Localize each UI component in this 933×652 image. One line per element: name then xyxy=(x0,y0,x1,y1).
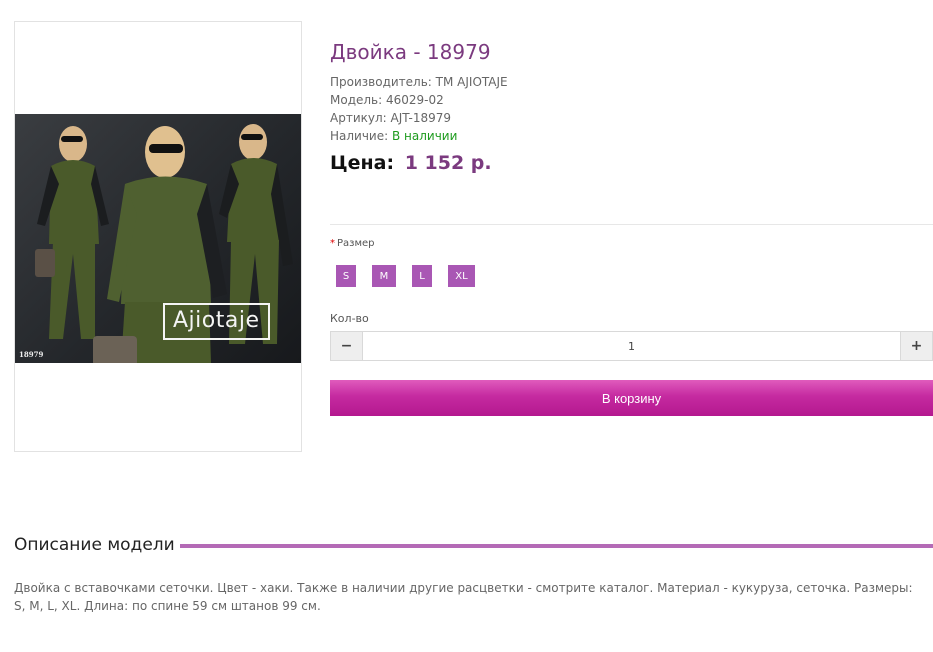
image-code: 18979 xyxy=(19,350,44,359)
add-to-cart-button[interactable]: В корзину xyxy=(330,380,933,416)
sku-label: Артикул: xyxy=(330,111,387,125)
product-info: Производитель: ТМ AJIOTAJE Модель: 46029… xyxy=(330,73,508,145)
product-page: Ajiotaje 18979 Двойка - 18979 Производит… xyxy=(0,0,933,652)
quantity-decrease-button[interactable]: − xyxy=(331,332,363,360)
required-mark: * xyxy=(330,238,335,249)
divider xyxy=(330,224,933,225)
availability-row: Наличие: В наличии xyxy=(330,127,508,145)
brand-logo: Ajiotaje xyxy=(163,303,270,340)
quantity-input[interactable] xyxy=(363,332,900,360)
quantity-increase-button[interactable]: + xyxy=(900,332,932,360)
size-option-m[interactable]: M xyxy=(372,265,396,287)
price-value: 1 152 р. xyxy=(404,152,492,174)
manufacturer-row: Производитель: ТМ AJIOTAJE xyxy=(330,73,508,91)
description-heading: Описание модели xyxy=(14,535,175,555)
description-heading-line xyxy=(180,544,933,548)
model-value: 46029-02 xyxy=(386,93,444,107)
size-option-s[interactable]: S xyxy=(336,265,356,287)
quantity-stepper: − + xyxy=(330,331,933,361)
size-option-l[interactable]: L xyxy=(412,265,432,287)
size-label: * Размер xyxy=(330,238,375,249)
plus-icon: + xyxy=(910,338,923,354)
price-label: Цена: xyxy=(330,152,395,174)
manufacturer-label: Производитель: xyxy=(330,75,432,89)
product-photo[interactable]: Ajiotaje 18979 xyxy=(15,114,301,363)
sku-value: AJT-18979 xyxy=(390,111,451,125)
availability-label: Наличие: xyxy=(330,129,389,143)
product-image-box[interactable]: Ajiotaje 18979 xyxy=(14,21,302,452)
price: Цена: 1 152 р. xyxy=(330,152,492,174)
quantity-label: Кол-во xyxy=(330,312,369,325)
size-label-text: Размер xyxy=(337,238,375,249)
model-label: Модель: xyxy=(330,93,383,107)
minus-icon: − xyxy=(340,338,353,354)
manufacturer-value[interactable]: ТМ AJIOTAJE xyxy=(436,75,508,89)
sku-row: Артикул: AJT-18979 xyxy=(330,109,508,127)
availability-status: В наличии xyxy=(392,129,458,143)
description-text: Двойка с вставочками сеточки. Цвет - хак… xyxy=(14,581,913,613)
product-title: Двойка - 18979 xyxy=(330,40,491,64)
size-option-xl[interactable]: XL xyxy=(448,265,475,287)
model-row: Модель: 46029-02 xyxy=(330,91,508,109)
